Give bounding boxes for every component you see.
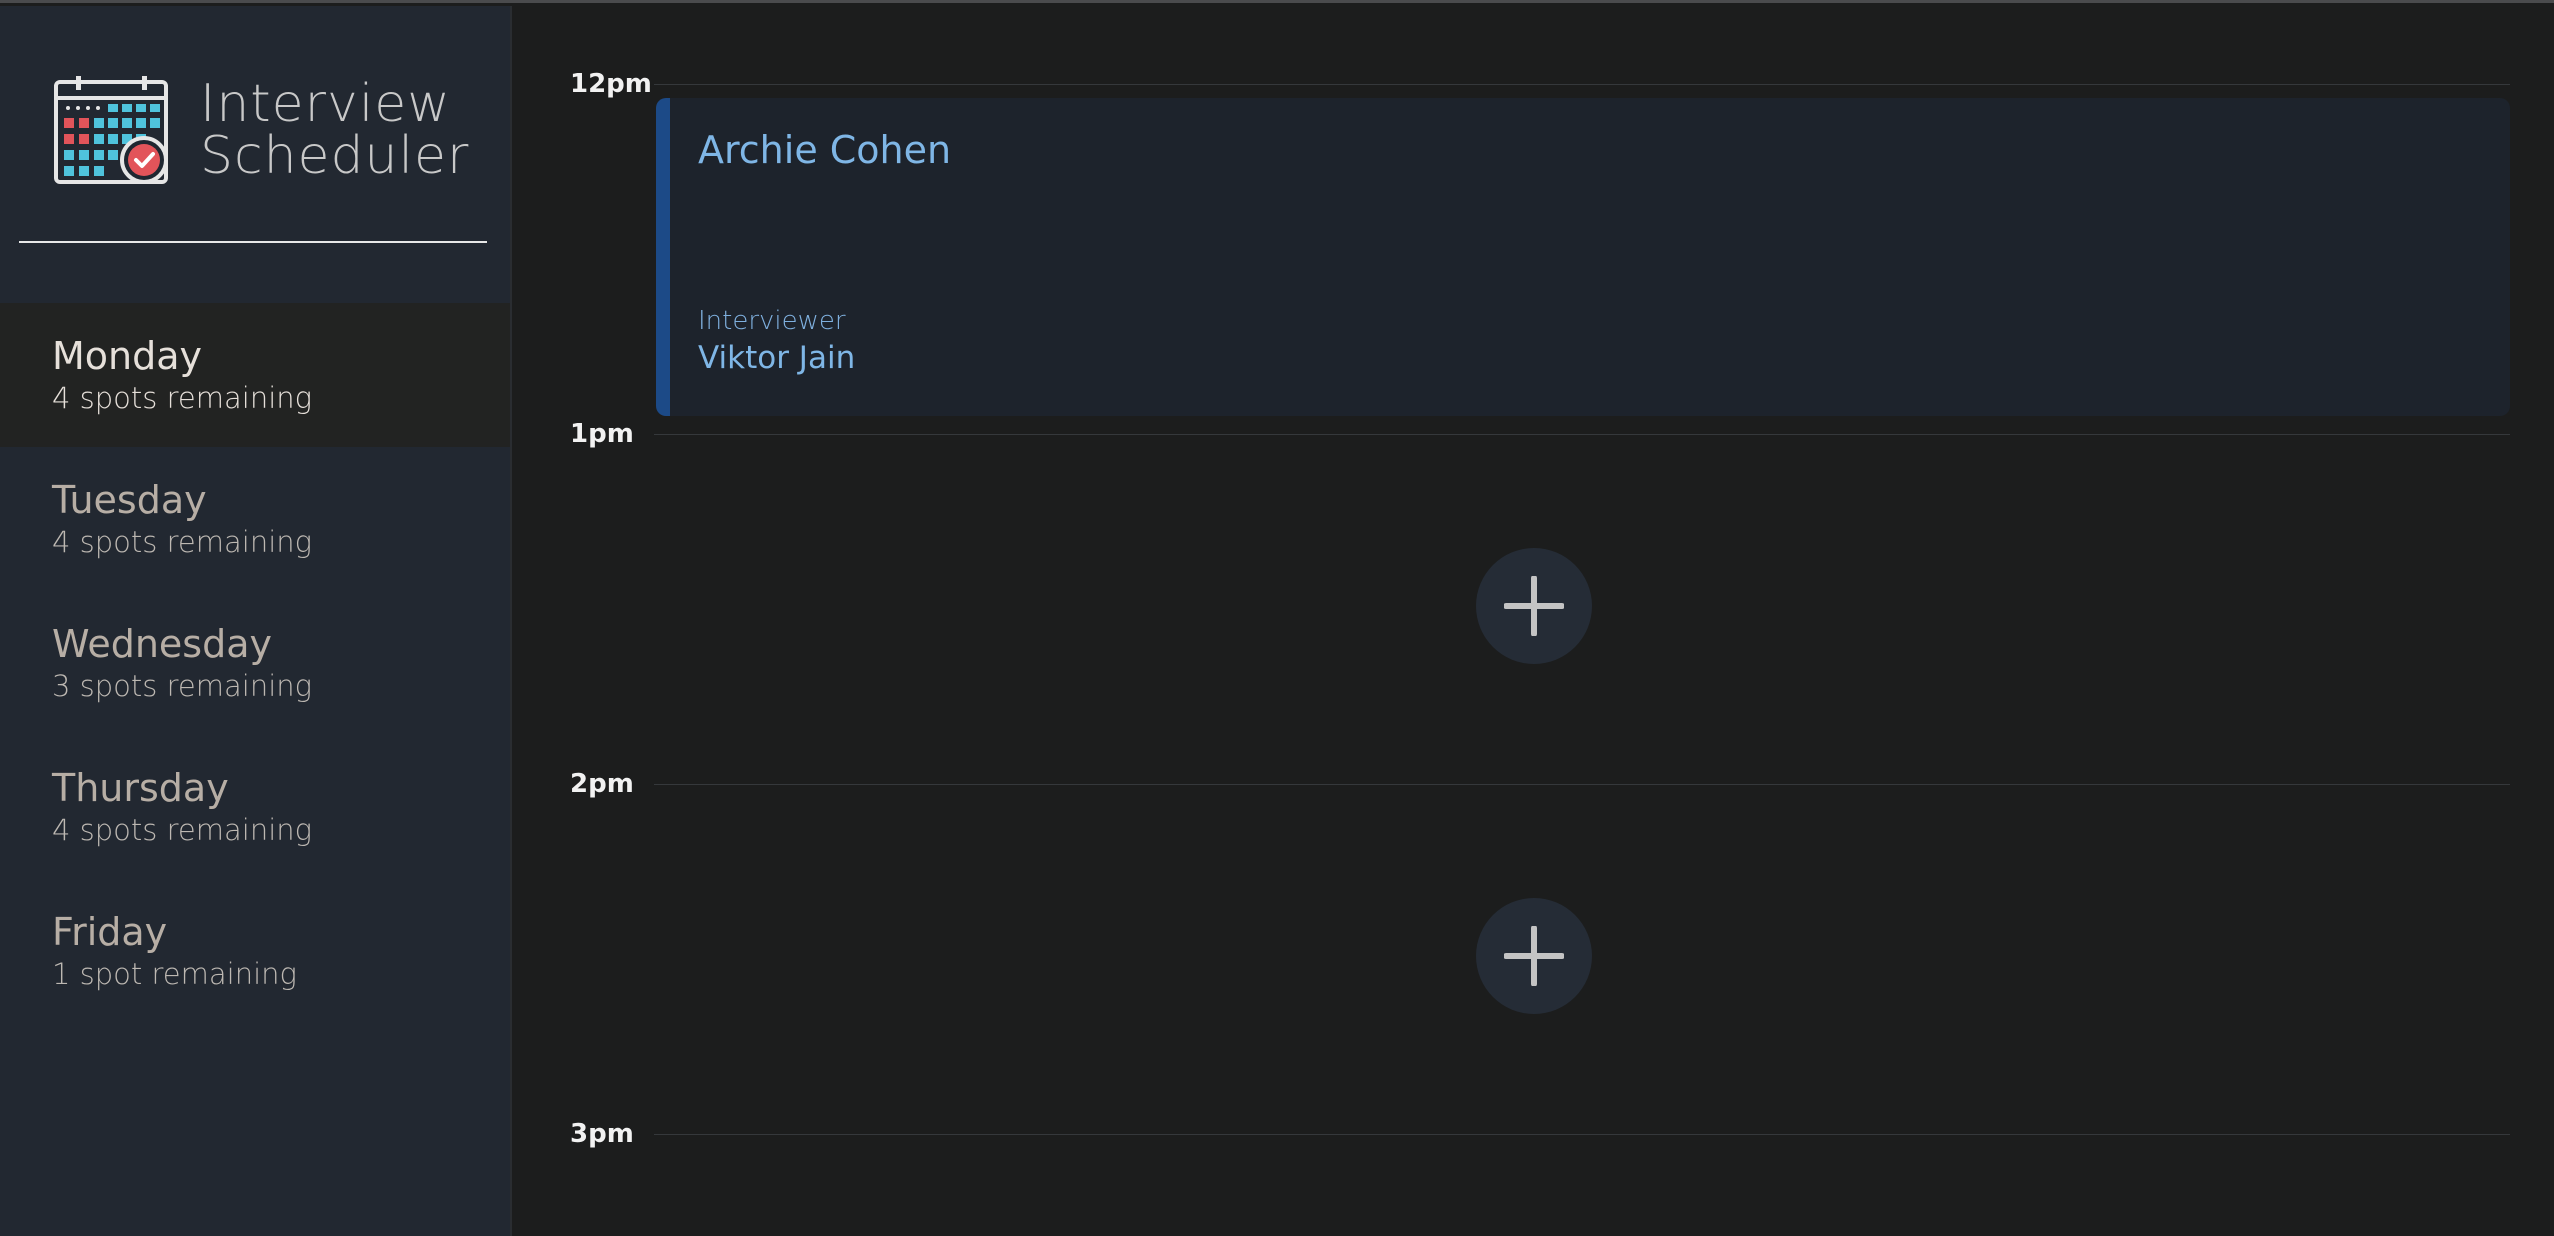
day-spots: 4 spots remaining [52, 381, 313, 415]
appointment-card[interactable]: Archie Cohen Interviewer Viktor Jain [656, 98, 2510, 416]
app-title-line2: Scheduler [200, 125, 470, 186]
interviewer-label: Interviewer [698, 306, 846, 336]
hour-divider [654, 1134, 2510, 1135]
hour-slot-2pm: 2pm [514, 769, 2554, 809]
app-title-line1: Interview [200, 73, 451, 134]
day-item-wednesday[interactable]: Wednesday 3 spots remaining [0, 591, 510, 735]
calendar-check-icon [54, 75, 168, 184]
day-name: Thursday [52, 766, 229, 810]
hour-divider [654, 434, 2510, 435]
hour-label: 12pm [570, 69, 652, 99]
app-title: Interview Scheduler [200, 78, 469, 182]
app-window: Interview Scheduler Monday 4 spots remai… [0, 0, 2554, 1236]
day-name: Friday [52, 910, 168, 954]
hour-label: 1pm [570, 419, 634, 449]
day-spots: 4 spots remaining [52, 525, 313, 559]
hour-divider [654, 784, 2510, 785]
add-appointment-button[interactable] [1476, 898, 1592, 1014]
plus-icon [1504, 926, 1564, 986]
hour-label: 3pm [570, 1119, 634, 1149]
day-item-friday[interactable]: Friday 1 spot remaining [0, 879, 510, 1023]
hour-slot-1pm: 1pm [514, 419, 2554, 459]
day-item-monday[interactable]: Monday 4 spots remaining [0, 303, 510, 447]
add-appointment-button[interactable] [1476, 548, 1592, 664]
brand: Interview Scheduler [52, 72, 469, 187]
day-list: Monday 4 spots remaining Tuesday 4 spots… [0, 303, 510, 1023]
sidebar: Interview Scheduler Monday 4 spots remai… [0, 6, 512, 1236]
day-spots: 1 spot remaining [52, 957, 297, 991]
plus-icon [1504, 576, 1564, 636]
day-spots: 4 spots remaining [52, 813, 313, 847]
sidebar-divider [19, 241, 487, 243]
hour-slot-3pm: 3pm [514, 1119, 2554, 1159]
day-name: Wednesday [52, 622, 273, 666]
interviewer-name: Viktor Jain [698, 340, 856, 376]
day-name: Tuesday [52, 478, 207, 522]
hour-label: 2pm [570, 769, 634, 799]
day-name: Monday [52, 334, 203, 378]
student-name: Archie Cohen [698, 128, 952, 172]
day-item-tuesday[interactable]: Tuesday 4 spots remaining [0, 447, 510, 591]
schedule: 12pm Archie Cohen Interviewer Viktor Jai… [514, 6, 2554, 1236]
day-spots: 3 spots remaining [52, 669, 313, 703]
hour-divider [654, 84, 2510, 85]
day-item-thursday[interactable]: Thursday 4 spots remaining [0, 735, 510, 879]
